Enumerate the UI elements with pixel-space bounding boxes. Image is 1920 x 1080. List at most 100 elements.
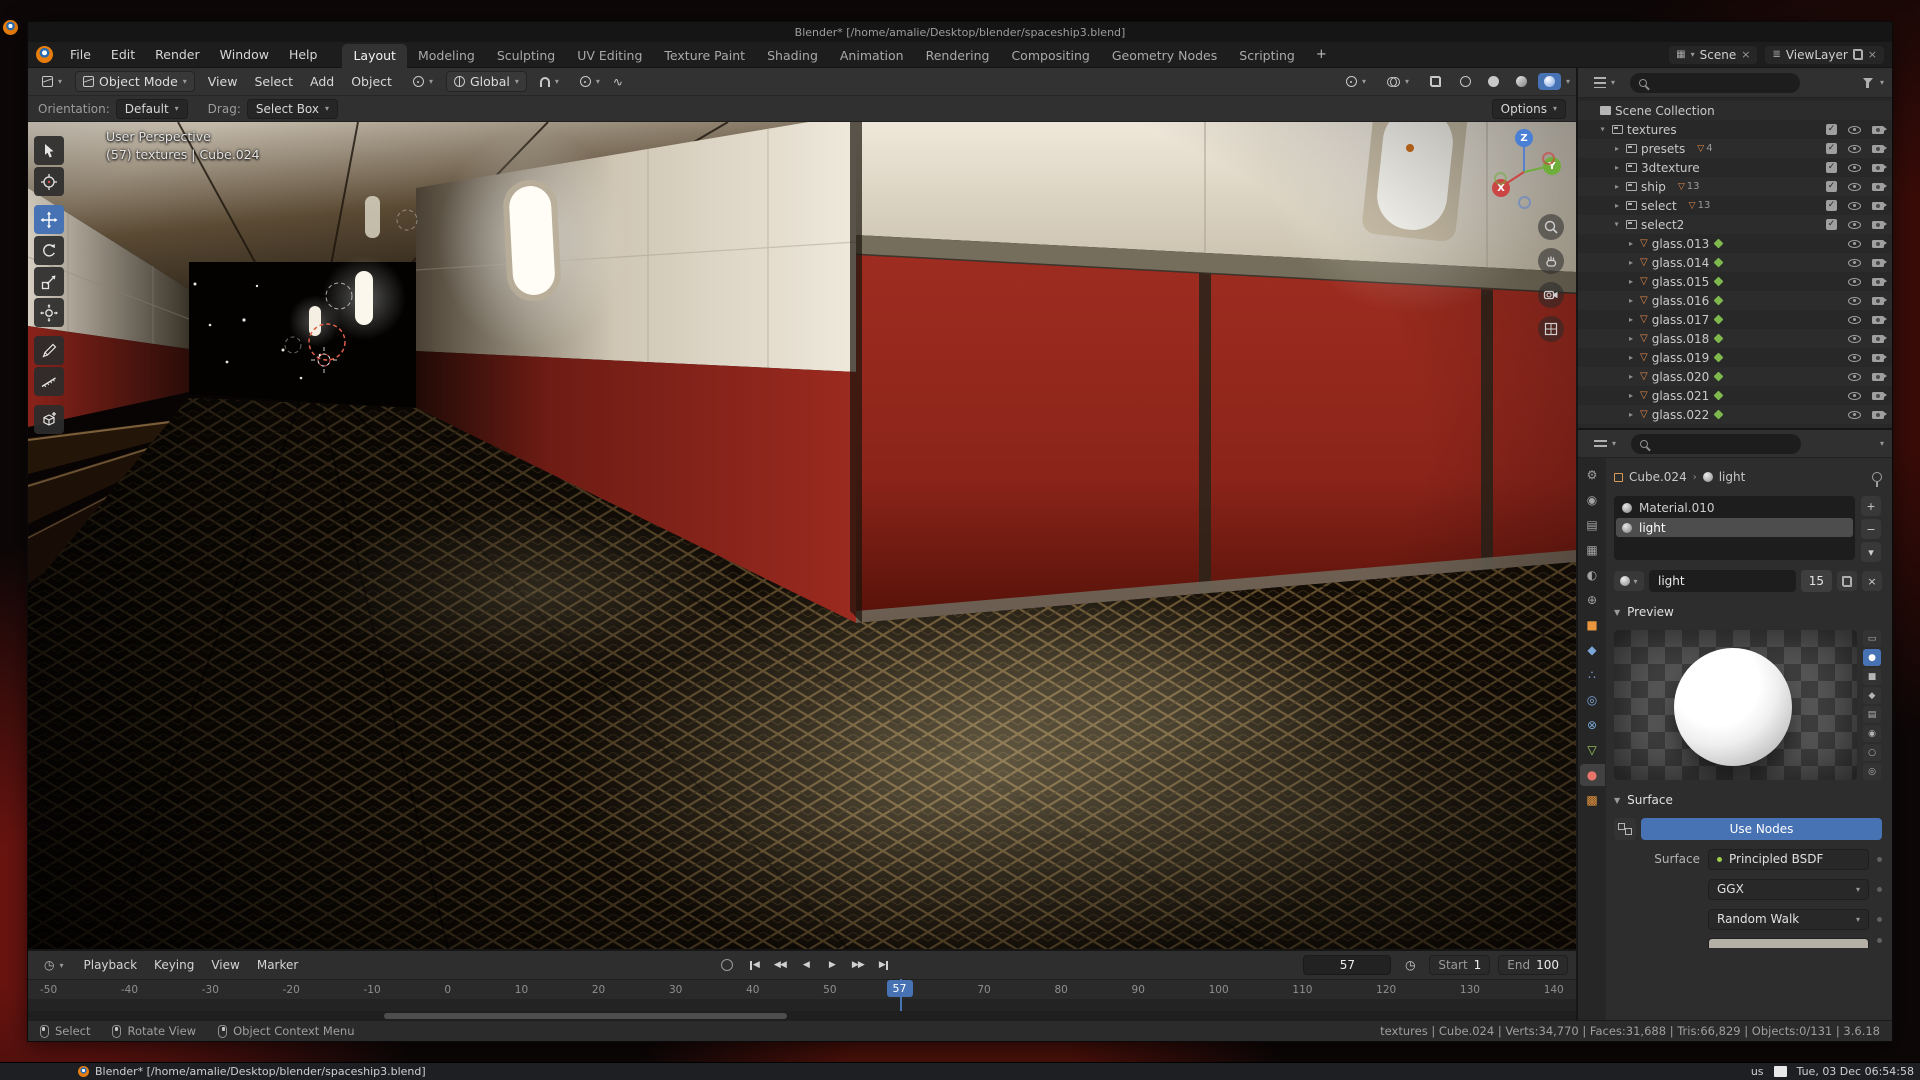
material-name-field[interactable]: light <box>1649 570 1796 592</box>
shading-material-button[interactable] <box>1510 73 1533 90</box>
animate-dot-icon[interactable] <box>1877 938 1882 943</box>
distribution-dropdown[interactable]: GGX ▾ <box>1708 879 1869 900</box>
play-button[interactable]: ▶ <box>821 955 843 975</box>
preview-type-button[interactable]: ● <box>1863 649 1881 666</box>
frame-start-field[interactable]: Start 1 <box>1429 955 1490 975</box>
measure-tool[interactable] <box>34 367 64 396</box>
disclosure-icon[interactable]: ▸ <box>1626 277 1636 286</box>
jump-to-end-button[interactable]: ▶ <box>873 955 895 975</box>
orientation-dropdown[interactable]: Default ▾ <box>116 99 188 119</box>
annotate-tool[interactable] <box>34 336 64 365</box>
filter-chevron-icon[interactable]: ▾ <box>1880 78 1884 87</box>
disable-render-icon[interactable] <box>1872 240 1884 248</box>
disable-render-icon[interactable] <box>1872 297 1884 305</box>
animate-dot-icon[interactable] <box>1877 857 1882 862</box>
disclosure-icon[interactable]: ▸ <box>1612 144 1622 153</box>
unlink-scene-icon[interactable]: × <box>1741 48 1750 61</box>
exclude-checkbox[interactable]: ✓ <box>1826 143 1837 154</box>
new-viewlayer-icon[interactable] <box>1853 49 1863 60</box>
disclosure-icon[interactable]: ▸ <box>1626 372 1636 381</box>
disclosure-icon[interactable]: ▸ <box>1612 163 1622 172</box>
disclosure-icon[interactable]: ▸ <box>1613 220 1622 230</box>
outliner-row[interactable]: ▸ ▽ glass.021 ▽ ✓ <box>1578 386 1892 405</box>
disclosure-icon[interactable]: ▸ <box>1612 182 1622 191</box>
preview-panel-header[interactable]: ▼ Preview <box>1614 602 1882 622</box>
animate-dot-icon[interactable] <box>1877 917 1882 922</box>
properties-tab[interactable]: ■ <box>1580 614 1605 636</box>
browse-material-button[interactable]: ▾ <box>1614 571 1644 591</box>
preview-type-button[interactable]: ◆ <box>1863 687 1881 704</box>
disable-render-icon[interactable] <box>1872 126 1884 134</box>
current-frame-field[interactable]: 57 <box>1303 955 1391 975</box>
nodetree-icon-button[interactable] <box>1614 818 1636 840</box>
hide-viewport-icon[interactable] <box>1848 335 1861 343</box>
disclosure-icon[interactable]: ▸ <box>1626 296 1636 305</box>
disable-render-icon[interactable] <box>1872 259 1884 267</box>
viewlayer-selector[interactable]: ≣ ViewLayer × <box>1765 46 1884 64</box>
exclude-checkbox[interactable]: ✓ <box>1826 124 1837 135</box>
add-cube-tool[interactable] <box>34 405 64 434</box>
properties-tab[interactable]: ⊗ <box>1580 714 1605 736</box>
next-keyframe-button[interactable]: ▶▶ <box>847 955 869 975</box>
pin-icon[interactable] <box>1872 472 1882 482</box>
hide-viewport-icon[interactable] <box>1848 240 1861 248</box>
falloff-icon[interactable]: ∿ <box>613 75 623 89</box>
disclosure-icon[interactable]: ▸ <box>1626 353 1636 362</box>
outliner-row[interactable]: ▸ ▽ select2 ▽ ✓ <box>1578 215 1892 234</box>
surface-shader-dropdown[interactable]: Principled BSDF <box>1708 849 1869 870</box>
menu-item[interactable]: File <box>61 45 100 64</box>
disclosure-icon[interactable]: ▸ <box>1626 258 1636 267</box>
playhead[interactable]: 57 <box>887 980 913 997</box>
perspective-toggle-button[interactable] <box>1538 316 1564 342</box>
workspace-tab[interactable]: Rendering <box>915 44 1001 68</box>
rotate-tool[interactable] <box>34 236 64 265</box>
navigation-gizmo[interactable]: Z Y X <box>1482 126 1566 210</box>
outliner-row[interactable]: ▸ ▽ ship ▽ 13 ✓ <box>1578 177 1892 196</box>
disable-render-icon[interactable] <box>1872 411 1884 419</box>
outliner-search-input[interactable] <box>1630 73 1800 93</box>
overlays-dropdown[interactable]: ▾ <box>1379 73 1417 90</box>
scale-tool[interactable] <box>34 267 64 296</box>
new-material-button[interactable] <box>1837 571 1857 591</box>
disclosure-icon[interactable]: ▸ <box>1626 334 1636 343</box>
transform-tool[interactable] <box>34 298 64 327</box>
properties-tab[interactable]: ◉ <box>1580 489 1605 511</box>
workspace-tab[interactable]: Compositing <box>1000 44 1100 68</box>
menu-item[interactable]: Render <box>146 45 209 64</box>
hide-viewport-icon[interactable] <box>1848 373 1861 381</box>
outliner-editor-type-button[interactable]: ▾ <box>1586 74 1623 91</box>
transform-pivot-dropdown[interactable]: ▾ <box>405 73 441 90</box>
workspace-tab[interactable]: UV Editing <box>566 44 653 68</box>
timeline-scrollbar-thumb[interactable] <box>384 1013 786 1019</box>
properties-tab[interactable]: ∴ <box>1580 664 1605 686</box>
exclude-checkbox[interactable]: ✓ <box>1826 200 1837 211</box>
pan-button[interactable] <box>1538 248 1564 274</box>
menu-item[interactable]: Help <box>280 45 327 64</box>
disable-render-icon[interactable] <box>1872 316 1884 324</box>
camera-view-button[interactable] <box>1538 282 1564 308</box>
exclude-checkbox[interactable]: ✓ <box>1826 219 1837 230</box>
disclosure-icon[interactable]: ▸ <box>1599 125 1608 135</box>
hide-viewport-icon[interactable] <box>1848 164 1861 172</box>
properties-tab[interactable]: ▩ <box>1580 789 1605 811</box>
slot-specials-button[interactable]: ▾ <box>1861 542 1881 562</box>
outliner-row[interactable]: ▸ ▽ glass.019 ▽ ✓ <box>1578 348 1892 367</box>
keyboard-layout-indicator[interactable]: us <box>1751 1065 1764 1078</box>
preview-range-toggle[interactable]: ◷ <box>1399 955 1421 975</box>
outliner-row[interactable]: ▸ ▽ Scene Collection ▽ ✓ <box>1578 101 1892 120</box>
hide-viewport-icon[interactable] <box>1848 278 1861 286</box>
hide-viewport-icon[interactable] <box>1848 183 1861 191</box>
jump-to-start-button[interactable]: ◀ <box>743 955 765 975</box>
hide-viewport-icon[interactable] <box>1848 411 1861 419</box>
disclosure-icon[interactable]: ▸ <box>1626 410 1636 419</box>
outliner-row[interactable]: ▸ ▽ textures ▽ ✓ <box>1578 120 1892 139</box>
scene-selector[interactable]: ▦ ▾ Scene × <box>1669 46 1757 64</box>
hide-viewport-icon[interactable] <box>1848 392 1861 400</box>
outliner-row[interactable]: ▸ ▽ glass.014 ▽ ✓ <box>1578 253 1892 272</box>
properties-tab[interactable]: ⚙ <box>1580 464 1605 486</box>
drag-dropdown[interactable]: Select Box ▾ <box>247 99 338 119</box>
properties-tab[interactable]: ▦ <box>1580 539 1605 561</box>
properties-tab[interactable]: ◐ <box>1580 564 1605 586</box>
properties-tab[interactable]: ▽ <box>1580 739 1605 761</box>
timeline-menu[interactable]: Playback <box>76 956 146 974</box>
